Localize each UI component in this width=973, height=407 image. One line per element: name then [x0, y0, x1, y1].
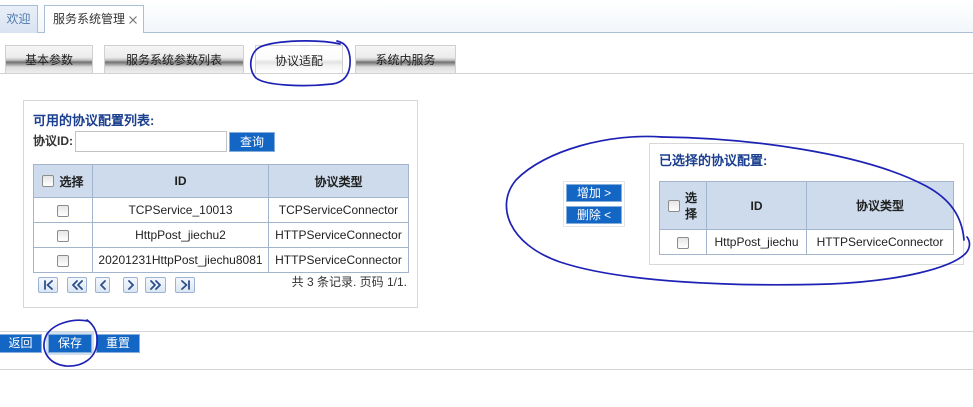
fast-forward-button[interactable] — [145, 277, 166, 293]
close-icon[interactable] — [129, 16, 137, 24]
available-protocols-panel: 可用的协议配置列表: 协议ID: 查询 选择 ID 协议类型 TCPServic… — [23, 100, 418, 308]
fast-backward-icon — [72, 280, 83, 290]
row-checkbox[interactable] — [677, 236, 689, 249]
selected-protocols-panel: 已选择的协议配置: 选择 ID 协议类型 HttpPost_jiechu HTT… — [649, 143, 964, 265]
subtab-param-list[interactable]: 服务系统参数列表 — [104, 45, 244, 73]
select-all-checkbox[interactable] — [668, 199, 680, 212]
row-type-cell: TCPServiceConnector — [268, 197, 409, 223]
next-page-icon — [127, 280, 134, 290]
row-checkbox[interactable] — [57, 204, 69, 217]
fast-forward-icon — [149, 280, 161, 290]
subtab-basic-params[interactable]: 基本参数 — [5, 45, 93, 73]
select-all-checkbox[interactable] — [42, 175, 55, 187]
table-row[interactable]: HttpPost_jiechu2 HTTPServiceConnector — [33, 222, 409, 248]
table-header-row: 选择 ID 协议类型 — [659, 181, 954, 230]
table-row[interactable]: 20201231HttpPost_jiechu8081 HTTPServiceC… — [33, 247, 409, 273]
app-root: 欢迎 服务系统管理 基本参数 服务系统参数列表 协议适配 系统内服务 可用的协议… — [0, 0, 973, 407]
table-row[interactable]: TCPService_10013 TCPServiceConnector — [33, 197, 409, 223]
available-protocols-title: 可用的协议配置列表: — [33, 113, 155, 128]
table-header-row: 选择 ID 协议类型 — [33, 164, 409, 198]
row-id-cell: HttpPost_jiechu — [706, 229, 807, 255]
last-page-icon — [180, 280, 190, 290]
subtab-internal-services[interactable]: 系统内服务 — [355, 45, 456, 73]
select-column-header: 选择 — [33, 164, 93, 198]
row-id-cell: HttpPost_jiechu2 — [92, 222, 269, 248]
row-select-cell — [659, 229, 707, 255]
prev-page-button[interactable] — [95, 277, 110, 293]
type-column-header: 协议类型 — [806, 181, 954, 230]
tab-welcome[interactable]: 欢迎 — [0, 5, 38, 33]
query-button[interactable]: 查询 — [229, 132, 275, 152]
protocol-id-label: 协议ID: — [33, 134, 73, 148]
last-page-button[interactable] — [175, 277, 195, 293]
tab-bar: 欢迎 服务系统管理 — [0, 0, 973, 33]
select-column-label: 选择 — [59, 174, 84, 189]
row-checkbox[interactable] — [57, 229, 69, 242]
subtab-protocol-adapter[interactable]: 协议适配 — [255, 45, 343, 73]
tab-welcome-label: 欢迎 — [6, 12, 31, 26]
select-column-label: 选择 — [685, 190, 698, 221]
selected-protocols-title: 已选择的协议配置: — [659, 153, 768, 168]
select-column-header: 选择 — [659, 181, 707, 230]
selected-protocols-table: 选择 ID 协议类型 HttpPost_jiechu HTTPServiceCo… — [659, 181, 954, 255]
id-column-header: ID — [92, 164, 269, 198]
sub-tab-bar: 基本参数 服务系统参数列表 协议适配 系统内服务 — [0, 45, 973, 74]
row-id-cell: 20201231HttpPost_jiechu8081 — [92, 247, 269, 273]
add-button[interactable]: 增加 > — [566, 184, 622, 202]
save-button[interactable]: 保存 — [48, 334, 92, 353]
reset-button[interactable]: 重置 — [96, 334, 140, 353]
row-id-cell: TCPService_10013 — [92, 197, 269, 223]
tab-service-system-management[interactable]: 服务系统管理 — [44, 5, 144, 33]
fast-backward-button[interactable] — [67, 277, 87, 293]
type-column-header: 协议类型 — [268, 164, 409, 198]
remove-button[interactable]: 删除 < — [566, 206, 622, 224]
next-page-button[interactable] — [123, 277, 138, 293]
back-button[interactable]: 返回 — [0, 334, 42, 353]
id-column-header: ID — [706, 181, 807, 230]
protocol-id-input[interactable] — [75, 131, 227, 152]
row-checkbox[interactable] — [57, 254, 69, 267]
available-protocols-table: 选择 ID 协议类型 TCPService_10013 TCPServiceCo… — [33, 164, 409, 273]
pager-summary: 共 3 条记录. 页码 1/1. — [291, 275, 407, 289]
row-type-cell: HTTPServiceConnector — [806, 229, 954, 255]
tab-service-system-management-label: 服务系统管理 — [53, 12, 126, 26]
row-select-cell — [33, 197, 93, 223]
first-page-icon — [43, 280, 53, 290]
row-select-cell — [33, 222, 93, 248]
table-row[interactable]: HttpPost_jiechu HTTPServiceConnector — [659, 229, 954, 255]
row-select-cell — [33, 247, 93, 273]
first-page-button[interactable] — [38, 277, 58, 293]
row-type-cell: HTTPServiceConnector — [268, 247, 409, 273]
action-bar: 返回 保存 重置 — [0, 331, 973, 370]
transfer-buttons: 增加 > 删除 < — [563, 181, 625, 227]
prev-page-icon — [99, 280, 106, 290]
row-type-cell: HTTPServiceConnector — [268, 222, 409, 248]
